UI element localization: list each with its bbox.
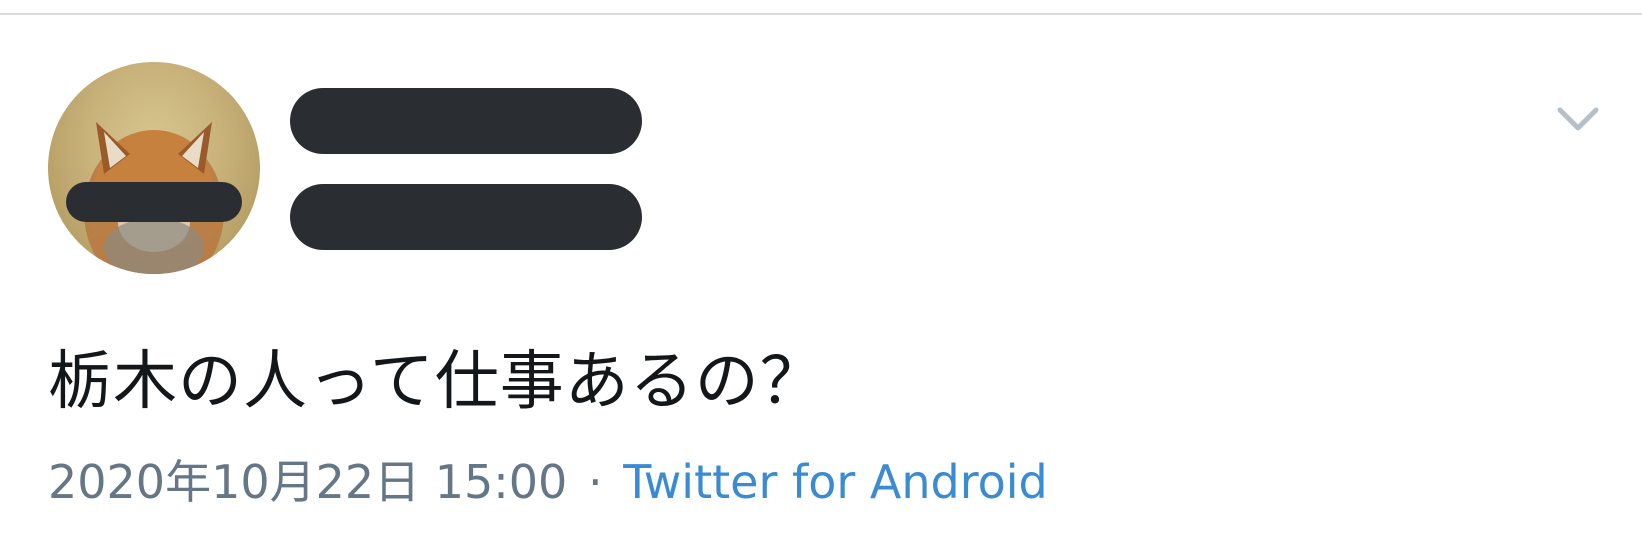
- display-name-redacted: [290, 88, 642, 154]
- tweet-timestamp[interactable]: 2020年10月22日 15:00: [48, 455, 567, 509]
- tweet-text: 栃木の人って仕事あるの？: [48, 345, 825, 419]
- top-divider: [0, 13, 1642, 15]
- tweet-meta: 2020年10月22日 15:00 · Twitter for Android: [48, 452, 1048, 512]
- chevron-down-icon[interactable]: [1556, 104, 1600, 136]
- avatar[interactable]: [48, 62, 260, 274]
- avatar-redaction-bar: [66, 182, 242, 222]
- meta-separator: ·: [587, 455, 603, 509]
- tweet-source-link[interactable]: Twitter for Android: [623, 455, 1048, 509]
- fox-avatar-image: [84, 122, 224, 274]
- username-redacted: [290, 184, 642, 250]
